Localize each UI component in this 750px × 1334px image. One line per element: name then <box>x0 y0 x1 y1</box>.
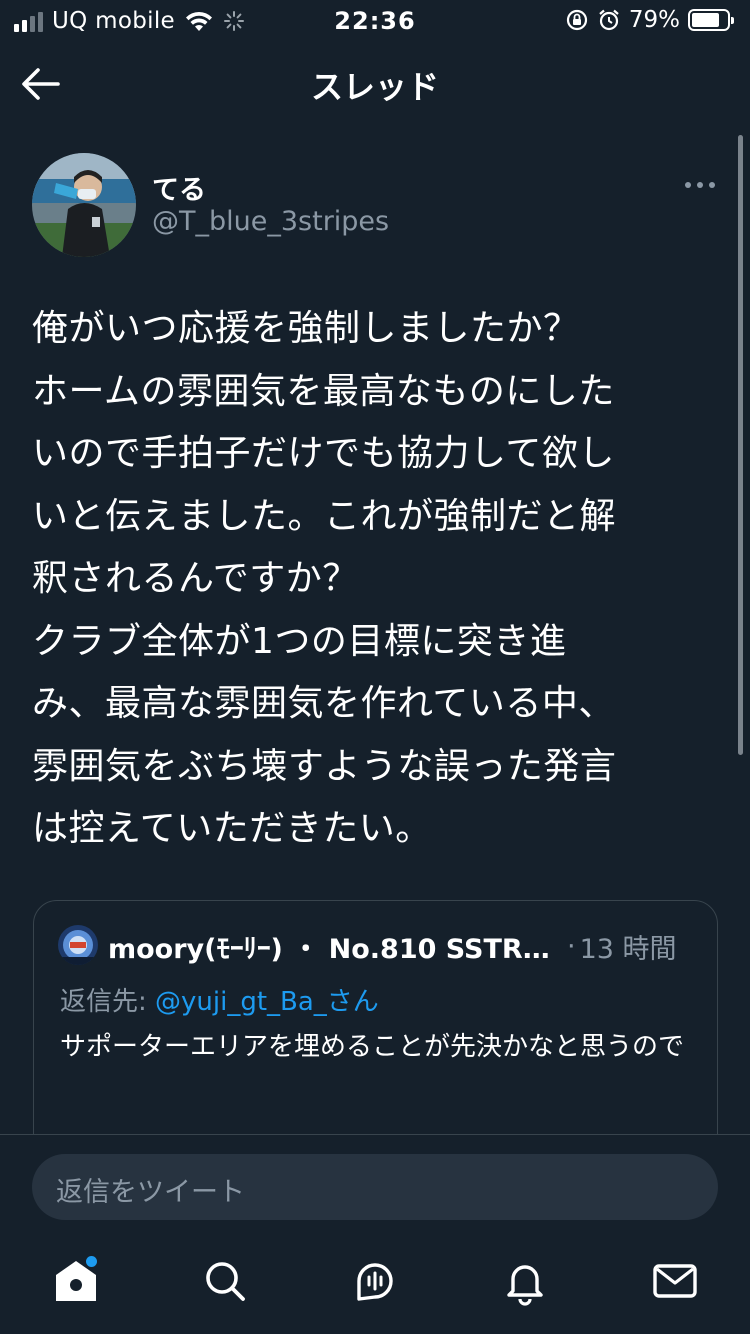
quoted-tweet-card[interactable]: moory(ﾓｰﾘｰ) ・ No.810 SSTR20... · 13 時間 返… <box>33 900 718 1160</box>
status-right: 79% <box>565 7 734 33</box>
status-bar: UQ mobile 22:36 79% <box>0 0 750 44</box>
user-handle[interactable]: @T_blue_3stripes <box>152 206 389 237</box>
quote-timestamp: 13 時間 <box>579 934 677 965</box>
quote-reply-to: 返信先: @yuji_gt_Ba_さん <box>60 981 379 1018</box>
display-name[interactable]: てる <box>152 168 206 207</box>
alarm-icon <box>599 9 619 31</box>
reply-to-mention[interactable]: @yuji_gt_Ba_さん <box>155 987 379 1017</box>
notifications-tab[interactable] <box>495 1251 555 1311</box>
search-icon[interactable] <box>195 1251 255 1311</box>
battery-percent: 79% <box>628 7 680 33</box>
reply-placeholder: 返信をツイート <box>56 1177 245 1208</box>
reply-to-label: 返信先: <box>60 987 156 1017</box>
quote-author-name: moory(ﾓｰﾘｰ) ・ No.810 SSTR20... <box>108 934 563 965</box>
notifications-icon[interactable] <box>495 1251 555 1311</box>
quote-avatar <box>58 925 98 965</box>
quote-text: サポーターエリアを埋めることが先決かなと思うので <box>60 1032 685 1062</box>
navigation-header: スレッド <box>0 44 750 124</box>
quote-separator: · <box>567 931 576 962</box>
home-notification-badge <box>86 1256 97 1267</box>
scrollbar[interactable] <box>738 135 743 755</box>
tweet-text: 俺がいつ応援を強制しましたか？ ホームの雰囲気を最高なものにした いので手拍子だ… <box>32 308 617 849</box>
home-tab[interactable] <box>46 1251 106 1311</box>
spaces-icon[interactable] <box>345 1251 405 1311</box>
screen: UQ mobile 22:36 79% スレッド てる @T_blue_3str… <box>0 0 750 1334</box>
rotation-lock-icon <box>566 9 587 31</box>
home-icon[interactable] <box>46 1251 106 1311</box>
search-tab[interactable] <box>195 1251 255 1311</box>
messages-icon[interactable] <box>645 1251 705 1311</box>
avatar[interactable] <box>32 153 136 257</box>
messages-tab[interactable] <box>645 1251 705 1311</box>
bottom-bar: 返信をツイート <box>0 1134 750 1334</box>
battery-icon <box>688 9 734 31</box>
more-options-icon[interactable] <box>680 172 720 198</box>
quote-header: moory(ﾓｰﾘｰ) ・ No.810 SSTR20... · 13 時間 <box>108 927 703 966</box>
spaces-tab[interactable] <box>345 1251 405 1311</box>
reply-input[interactable]: 返信をツイート <box>32 1154 718 1220</box>
tab-bar <box>0 1251 750 1321</box>
page-title: スレッド <box>310 68 439 106</box>
